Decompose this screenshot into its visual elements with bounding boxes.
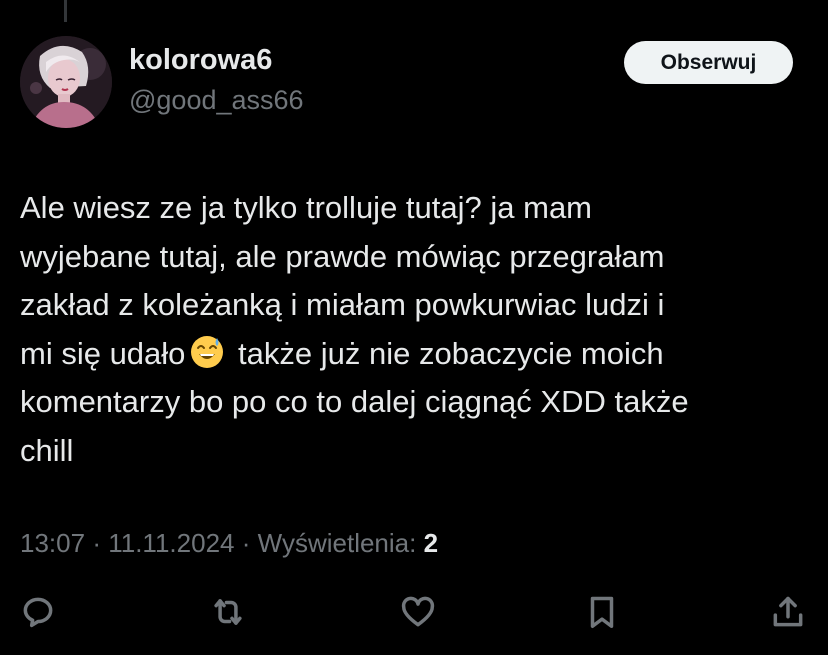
like-button[interactable] bbox=[396, 590, 440, 634]
reply-icon bbox=[23, 597, 53, 628]
tweet-date[interactable]: 11.11.2024 bbox=[108, 528, 234, 558]
tweet-text-line: komentarzy bo po co to dalej ciągnąć XDD… bbox=[20, 384, 689, 419]
tweet-text-line: mi się udało także już nie zobaczycie mo… bbox=[20, 330, 810, 379]
tweet-text-line: wyjebane tutaj, ale prawde mówiąc przegr… bbox=[20, 238, 665, 274]
views-count: 2 bbox=[423, 528, 439, 558]
author-display-name[interactable]: kolorowa6 bbox=[129, 44, 272, 77]
grinning-face-with-sweat-icon bbox=[189, 334, 225, 370]
tweet-actions bbox=[0, 590, 828, 640]
author-handle[interactable]: @good_ass66 bbox=[129, 85, 304, 116]
bookmark-button[interactable] bbox=[580, 590, 624, 634]
follow-button[interactable]: Obserwuj bbox=[624, 41, 793, 84]
tweet-text-segment: także już nie zobaczycie moich bbox=[229, 335, 664, 371]
share-button[interactable] bbox=[766, 590, 810, 634]
bookmark-icon bbox=[590, 596, 614, 628]
tweet-text-line: zakład z koleżanką i miałam powkurwiac l… bbox=[20, 287, 665, 322]
views-label: Wyświetlenia: bbox=[257, 528, 417, 558]
like-icon bbox=[401, 596, 435, 627]
tweet-meta: 13:07 · 11.11.2024 · Wyświetlenia: 2 bbox=[20, 528, 438, 559]
meta-separator: · bbox=[92, 528, 101, 558]
share-icon bbox=[773, 596, 803, 627]
tweet-text: Ale wiesz ze ja tylko trolluje tutaj? ja… bbox=[20, 184, 810, 475]
avatar-illustration bbox=[20, 36, 112, 128]
tweet-text-segment: mi się udało bbox=[20, 335, 186, 371]
avatar[interactable] bbox=[20, 36, 112, 128]
retweet-button[interactable] bbox=[206, 590, 250, 634]
thread-connector-line bbox=[64, 0, 67, 22]
tweet-text-line: Ale wiesz ze ja tylko trolluje tutaj? ja… bbox=[20, 190, 593, 225]
tweet-time[interactable]: 13:07 bbox=[20, 528, 85, 558]
reply-button[interactable] bbox=[16, 590, 60, 634]
tweet-text-line: chill bbox=[20, 432, 74, 468]
retweet-icon bbox=[214, 599, 242, 625]
meta-separator: · bbox=[241, 528, 251, 558]
